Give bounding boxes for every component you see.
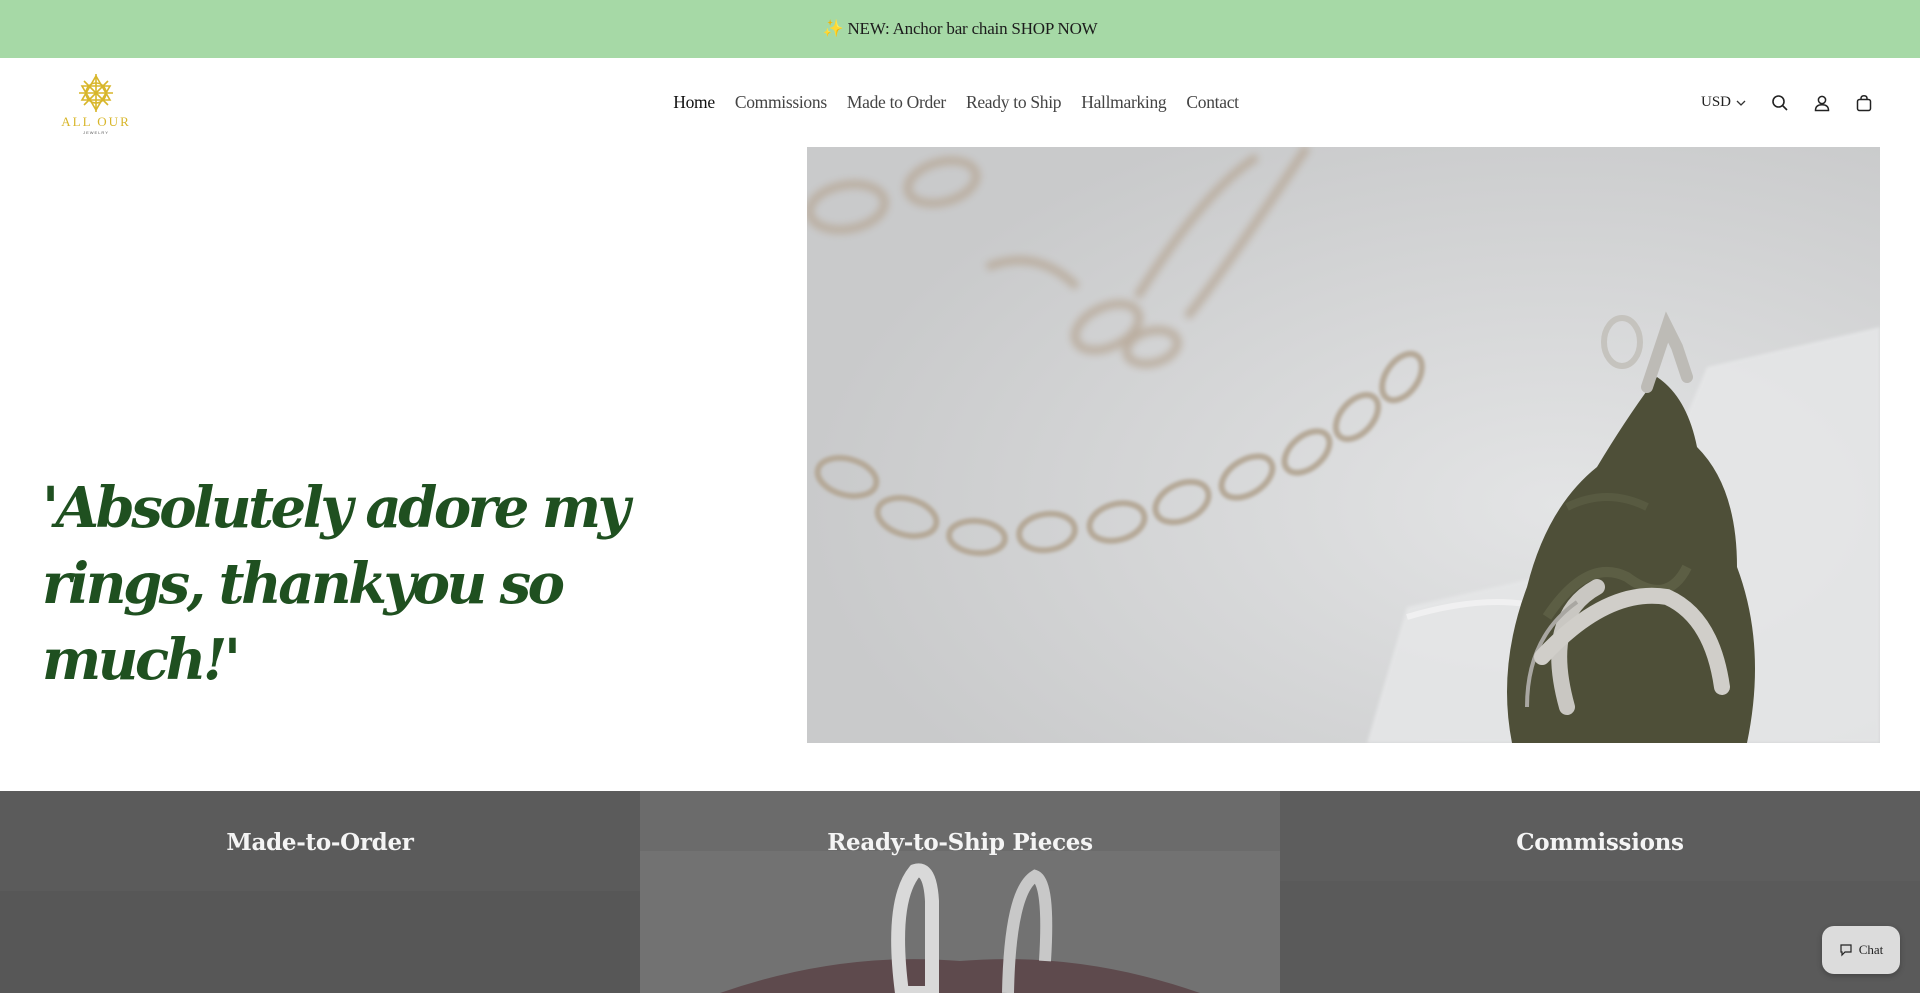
collection-title: Made-to-Order <box>226 829 414 856</box>
nav-hallmarking[interactable]: Hallmarking <box>1081 92 1166 113</box>
collection-card-ready-to-ship[interactable]: Ready-to-Ship Pieces <box>640 791 1280 993</box>
main-nav: Home Commissions Made to Order Ready to … <box>0 58 1920 147</box>
account-button[interactable] <box>1810 91 1834 115</box>
announcement-link[interactable]: ✨ NEW: Anchor bar chain SHOP NOW <box>822 19 1097 39</box>
hero-image <box>807 147 1880 743</box>
nav-home[interactable]: Home <box>673 92 715 113</box>
nav-made-to-order[interactable]: Made to Order <box>847 92 946 113</box>
header-tools: USD <box>1701 58 1876 147</box>
collection-title: Ready-to-Ship Pieces <box>827 829 1093 856</box>
hero-testimonial-quote: 'Absolutely adore my rings, thankyou so … <box>42 475 630 693</box>
announcement-bar[interactable]: ✨ NEW: Anchor bar chain SHOP NOW <box>0 0 1920 58</box>
collection-card-made-to-order[interactable]: Made-to-Order <box>0 791 640 993</box>
chevron-down-icon <box>1736 100 1746 106</box>
nav-commissions[interactable]: Commissions <box>735 92 827 113</box>
site-header: ALL OUR JEWELRY Home Commissions Made to… <box>0 58 1920 147</box>
search-icon <box>1772 94 1788 111</box>
chat-bubble-icon <box>1840 944 1852 957</box>
collection-image <box>640 791 1280 993</box>
currency-selector[interactable]: USD <box>1701 94 1746 111</box>
currency-label: USD <box>1700 94 1731 110</box>
chat-button[interactable]: Chat <box>1822 926 1900 974</box>
account-icon <box>1814 95 1830 111</box>
collections-grid: Made-to-Order Ready-to-Ship Pieces Commi… <box>0 791 1920 993</box>
nav-ready-to-ship[interactable]: Ready to Ship <box>966 92 1062 113</box>
collection-image <box>0 791 640 993</box>
chat-label: Chat <box>1858 942 1884 957</box>
collection-title: Commissions <box>1516 829 1684 856</box>
nav-contact[interactable]: Contact <box>1186 92 1239 113</box>
cart-icon <box>1856 94 1872 111</box>
cart-button[interactable] <box>1852 91 1876 115</box>
search-button[interactable] <box>1768 91 1792 115</box>
